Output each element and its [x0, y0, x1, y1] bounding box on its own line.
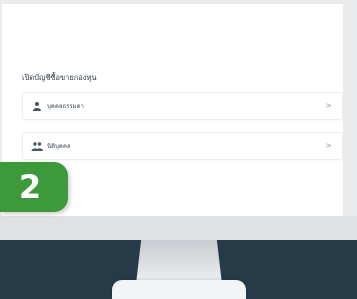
step-number: 2 [18, 168, 42, 206]
step-badge: 2 [0, 162, 68, 212]
monitor-chin [0, 216, 357, 240]
chevron-right-icon: > [325, 101, 332, 110]
person-icon [31, 101, 43, 111]
monitor: เปิดบัญชีซื้อขายกองทุน บุคคลธรรมดา > นิต… [0, 0, 357, 299]
menu-item-individual[interactable]: บุคคลธรรมดา > [22, 92, 343, 120]
monitor-stand [136, 240, 222, 284]
menu-item-label: บุคคลธรรมดา [47, 103, 84, 110]
section-title: เปิดบัญชีซื้อขายกองทุน [22, 73, 97, 82]
group-icon [31, 141, 43, 151]
menu-item-label: นิติบุคคล [47, 143, 71, 150]
monitor-base [112, 280, 246, 299]
chevron-right-icon: > [325, 141, 332, 150]
menu-item-juristic[interactable]: นิติบุคคล > [22, 132, 343, 160]
